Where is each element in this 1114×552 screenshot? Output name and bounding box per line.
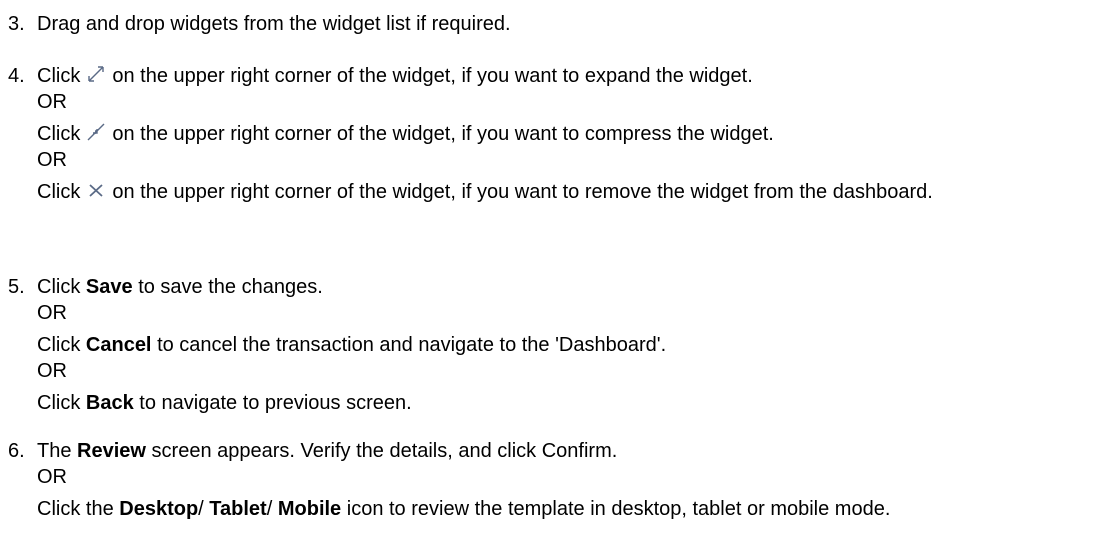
instruction-text: on the upper right corner of the widget,… — [112, 181, 933, 203]
or-separator: OR — [37, 302, 67, 324]
close-icon — [85, 180, 107, 200]
remove-instruction: Click on the upper right corner of the wi… — [37, 179, 1104, 205]
instruction-text: Click — [37, 65, 81, 87]
step-5: 5. Click Save to save the changes. OR Cl… — [0, 274, 1114, 416]
review-instruction: The Review screen appears. Verify the de… — [37, 438, 1104, 464]
or-separator: OR — [37, 466, 67, 488]
document-page: 3. Drag and drop widgets from the widget… — [0, 0, 1114, 552]
instruction-text: screen appears. Verify the details, and … — [151, 440, 618, 462]
step-number: 3. — [8, 13, 25, 35]
step-number: 6. — [8, 440, 25, 462]
or-separator: OR — [37, 360, 67, 382]
instruction-text: Click — [37, 123, 81, 145]
compress-instruction: Click on the upper right corner of the wi… — [37, 121, 1104, 147]
tablet-term: Tablet — [209, 498, 267, 520]
or-separator: OR — [37, 91, 67, 113]
instruction-text: The — [37, 440, 72, 462]
device-instruction: Click the Desktop/ Tablet/ Mobile icon t… — [37, 496, 1104, 522]
expand-instruction: Click on the upper right corner of the wi… — [37, 63, 1104, 89]
compress-icon — [85, 122, 107, 142]
separator: / — [198, 498, 204, 520]
instruction-text: Click — [37, 181, 81, 203]
review-term: Review — [77, 440, 146, 462]
instruction-text: icon to review the template in desktop, … — [346, 498, 891, 520]
save-instruction: Click Save to save the changes. — [37, 274, 1104, 300]
back-instruction: Click Back to navigate to previous scree… — [37, 390, 1104, 416]
step-number: 4. — [8, 65, 25, 87]
desktop-term: Desktop — [119, 498, 199, 520]
step-number: 5. — [8, 276, 25, 298]
instruction-text: Click — [37, 276, 81, 298]
instruction-text: to navigate to previous screen. — [139, 392, 412, 414]
instruction-text: Click — [37, 334, 81, 356]
separator: / — [266, 498, 273, 520]
save-term: Save — [85, 276, 133, 298]
instruction-text: on the upper right corner of the widget,… — [112, 65, 753, 87]
expand-icon — [85, 64, 107, 84]
or-separator: OR — [37, 149, 67, 171]
instruction-text: to save the changes. — [138, 276, 323, 298]
step-text: Drag and drop widgets from the widget li… — [37, 13, 511, 35]
step-4: 4. Click on the upper right corner of the… — [0, 63, 1114, 205]
cancel-term: Cancel — [85, 334, 152, 356]
back-term: Back — [85, 392, 134, 414]
step-3: 3. Drag and drop widgets from the widget… — [0, 11, 1114, 37]
instruction-text: to cancel the transaction and navigate t… — [157, 334, 667, 356]
mobile-term: Mobile — [277, 498, 342, 520]
instruction-text: Click — [37, 392, 81, 414]
cancel-instruction: Click Cancel to cancel the transaction a… — [37, 332, 1104, 358]
step-6: 6. The Review screen appears. Verify the… — [0, 438, 1114, 522]
instruction-text: on the upper right corner of the widget,… — [112, 123, 774, 145]
instruction-text: Click the — [37, 498, 114, 520]
